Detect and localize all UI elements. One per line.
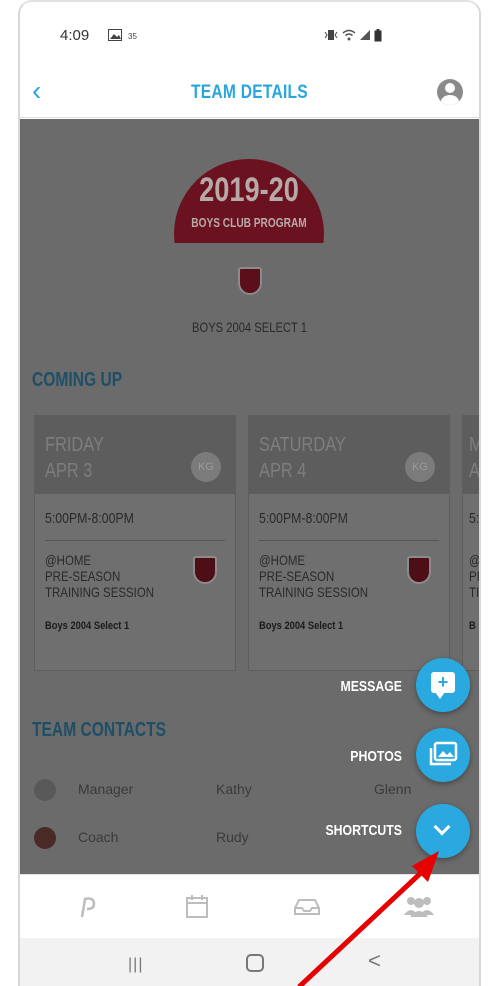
avatar xyxy=(34,779,56,801)
team-contacts-heading: TEAM CONTACTS xyxy=(32,719,167,741)
event-card[interactable]: MA 5: @ PI TI B xyxy=(462,415,479,671)
logo-subtitle: BOYS CLUB PROGRAM xyxy=(191,215,307,230)
avatar xyxy=(34,827,56,849)
photos-label[interactable]: PHOTOS xyxy=(304,748,402,765)
team-name: BOYS 2004 SELECT 1 xyxy=(192,319,307,335)
contact-role: Coach xyxy=(78,829,119,845)
back-icon[interactable]: ‹ xyxy=(32,76,41,106)
event-description: @HOME PRE-SEASON TRAINING SESSION xyxy=(45,552,155,600)
system-back-button[interactable]: < xyxy=(368,948,381,974)
event-team: Boys 2004 Select 1 xyxy=(259,620,344,632)
event-team: Boys 2004 Select 1 xyxy=(45,620,130,632)
club-crest-icon xyxy=(193,556,217,584)
wifi-icon xyxy=(342,29,356,44)
coach-initials-badge: KG xyxy=(191,452,221,482)
bottom-tab-bar xyxy=(20,874,479,938)
event-day: SATURDAY APR 4 xyxy=(259,434,346,482)
gallery-icon xyxy=(108,29,122,44)
coming-up-heading: COMING UP xyxy=(32,369,123,391)
contact-last-name: Glenn xyxy=(374,781,412,797)
status-time: 4:09 xyxy=(60,27,90,44)
photos-icon xyxy=(429,741,458,766)
event-time: 5:00PM-8:00PM xyxy=(45,510,134,527)
event-time: 5: xyxy=(469,510,479,527)
event-time: 5:00PM-8:00PM xyxy=(259,510,348,527)
notification-count-icon: 35 xyxy=(128,32,137,41)
message-button[interactable]: + xyxy=(416,658,470,712)
event-description: @ PI TI xyxy=(469,552,479,600)
club-crest-icon xyxy=(407,556,431,584)
coach-initials-badge: KG xyxy=(405,452,435,482)
recent-apps-button[interactable]: ||| xyxy=(128,956,143,974)
battery-icon xyxy=(374,29,382,45)
vibrate-icon xyxy=(324,29,338,44)
club-crest-icon xyxy=(238,267,262,295)
team-details-content: 2019-20 BOYS CLUB PROGRAM BOYS 2004 SELE… xyxy=(20,119,479,874)
event-card[interactable]: FRIDAY APR 3 KG 5:00PM-8:00PM @HOME PRE-S… xyxy=(34,415,236,671)
signal-icon xyxy=(359,29,371,44)
event-card[interactable]: SATURDAY APR 4 KG 5:00PM-8:00PM @HOME PRE… xyxy=(248,415,450,671)
event-day: FRIDAY APR 3 xyxy=(45,434,104,482)
team-logo: 2019-20 BOYS CLUB PROGRAM xyxy=(164,159,334,323)
system-navigation-bar: ||| < xyxy=(20,938,479,986)
chevron-down-icon xyxy=(433,818,451,836)
new-message-icon: + xyxy=(431,672,455,699)
home-button[interactable] xyxy=(246,954,264,972)
contact-row[interactable]: Manager Kathy Glenn xyxy=(20,775,479,811)
user-profile-icon[interactable] xyxy=(437,79,463,105)
message-label[interactable]: MESSAGE xyxy=(304,678,402,695)
contact-role: Manager xyxy=(78,781,134,797)
contact-first-name: Rudy xyxy=(216,829,249,845)
event-description: @HOME PRE-SEASON TRAINING SESSION xyxy=(259,552,369,600)
app-header: ‹ TEAM DETAILS xyxy=(20,68,479,118)
contact-first-name: Kathy xyxy=(216,781,252,797)
shortcuts-toggle-button[interactable] xyxy=(416,804,470,858)
photos-button[interactable] xyxy=(416,728,470,782)
home-logo-icon[interactable] xyxy=(74,893,104,919)
contact-row[interactable]: Coach Rudy xyxy=(20,823,479,859)
team-icon[interactable] xyxy=(402,893,436,919)
event-team: B xyxy=(469,620,476,632)
page-title: TEAM DETAILS xyxy=(191,82,308,103)
event-day: MA xyxy=(469,434,479,482)
logo-year: 2019-20 xyxy=(199,171,299,209)
phone-screen: 4:09 35 ‹ TEAM DETAILS 2019-20 BOYS CLUB… xyxy=(18,0,481,986)
inbox-icon[interactable] xyxy=(292,893,322,919)
calendar-icon[interactable] xyxy=(182,893,212,919)
shortcuts-label[interactable]: SHORTCUTS xyxy=(304,822,402,839)
status-bar: 4:09 35 xyxy=(20,2,479,68)
